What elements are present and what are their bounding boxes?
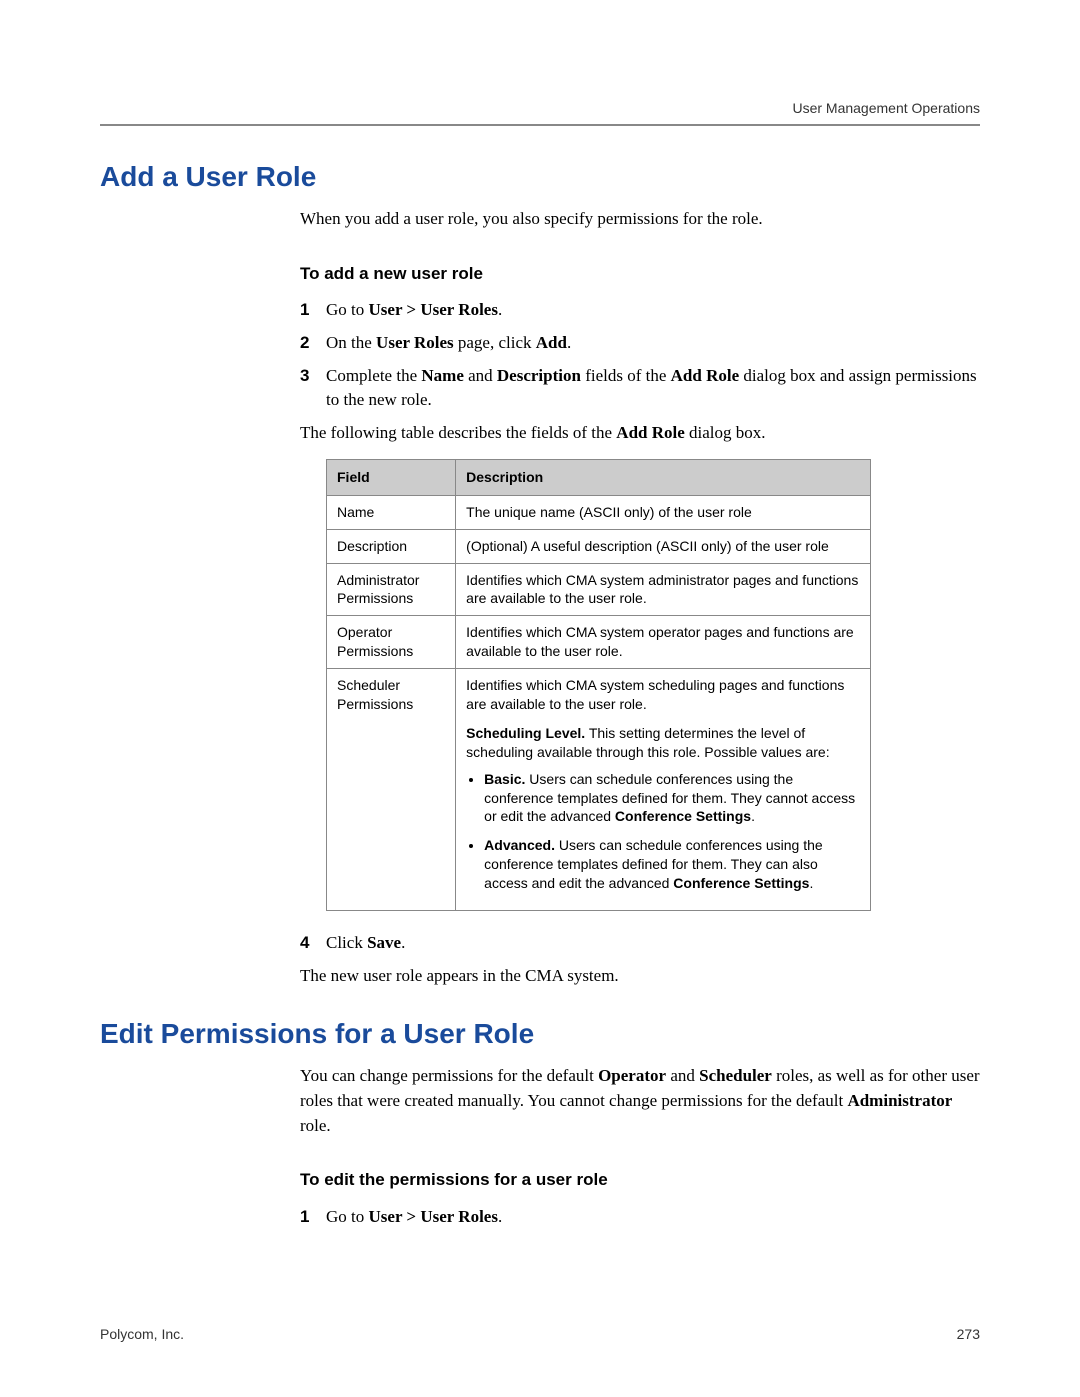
- page-number: 273: [957, 1326, 980, 1342]
- list-item: Advanced. Users can schedule conferences…: [484, 836, 860, 893]
- step-number: 1: [300, 1205, 326, 1230]
- step-4: 4 Click Save.: [300, 931, 980, 956]
- step3-followup: The following table describes the fields…: [300, 421, 980, 446]
- section2-subhead: To edit the permissions for a user role: [300, 1168, 980, 1193]
- table-row: Operator Permissions Identifies which CM…: [327, 616, 871, 669]
- section1-intro: When you add a user role, you also speci…: [300, 207, 980, 232]
- footer-company: Polycom, Inc.: [100, 1326, 184, 1342]
- step-text: On the User Roles page, click Add.: [326, 331, 571, 356]
- section1-subhead: To add a new user role: [300, 262, 980, 287]
- table-header-row: Field Description: [327, 460, 871, 495]
- table-row: Scheduler Permissions Identifies which C…: [327, 669, 871, 911]
- list-item: Basic. Users can schedule conferences us…: [484, 770, 860, 827]
- section2-intro: You can change permissions for the defau…: [300, 1064, 980, 1138]
- step-1: 1 Go to User > User Roles.: [300, 298, 980, 323]
- table-row: Name The unique name (ASCII only) of the…: [327, 495, 871, 529]
- step-text: Complete the Name and Description fields…: [326, 364, 980, 413]
- header-rule: [100, 124, 980, 126]
- step-3: 3 Complete the Name and Description fiel…: [300, 364, 980, 413]
- section2-step-1: 1 Go to User > User Roles.: [300, 1205, 980, 1230]
- step4-followup: The new user role appears in the CMA sys…: [300, 964, 980, 989]
- table-row: Description (Optional) A useful descript…: [327, 529, 871, 563]
- step-number: 2: [300, 331, 326, 356]
- step-text: Go to User > User Roles.: [326, 1205, 502, 1230]
- table-header-description: Description: [456, 460, 871, 495]
- add-role-fields-table: Field Description Name The unique name (…: [326, 459, 871, 911]
- step-number: 3: [300, 364, 326, 413]
- page-header-label: User Management Operations: [100, 100, 980, 116]
- table-header-field: Field: [327, 460, 456, 495]
- step-text: Go to User > User Roles.: [326, 298, 502, 323]
- step-2: 2 On the User Roles page, click Add.: [300, 331, 980, 356]
- section-add-user-role-title: Add a User Role: [100, 161, 980, 193]
- section-edit-permissions-title: Edit Permissions for a User Role: [100, 1018, 980, 1050]
- table-row: Administrator Permissions Identifies whi…: [327, 563, 871, 616]
- step-number: 1: [300, 298, 326, 323]
- step-number: 4: [300, 931, 326, 956]
- step-text: Click Save.: [326, 931, 405, 956]
